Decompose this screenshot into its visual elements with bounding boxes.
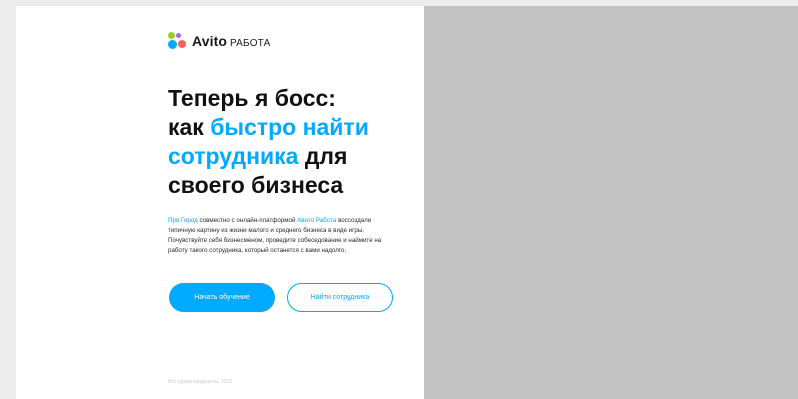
start-training-button[interactable]: Начать обучение <box>169 283 275 312</box>
illustration-placeholder <box>424 6 798 399</box>
title-line-3-accent: сотрудника <box>168 143 299 169</box>
description-text-1: совместно с онлайн-платформой <box>197 217 298 224</box>
page-title: Теперь я босс: как быстро найти сотрудни… <box>168 84 408 200</box>
title-line-4: своего бизнеса <box>168 172 344 198</box>
avito-rabota-logo[interactable]: Avito РАБОТА <box>168 32 271 50</box>
find-employee-button[interactable]: Найти сотрудника <box>287 283 393 312</box>
logo-subtitle: РАБОТА <box>229 38 271 49</box>
avito-rabota-link[interactable]: Авито Работа <box>297 217 336 224</box>
title-line-2-accent: быстро найти <box>210 114 369 140</box>
intro-panel <box>16 6 424 399</box>
title-line-2-prefix: как <box>168 114 211 140</box>
intro-description: Про Город совместно с онлайн-платформой … <box>168 216 396 256</box>
pro-gorod-link[interactable]: Про Город <box>168 217 198 224</box>
logo-text: Avito РАБОТА <box>192 33 271 49</box>
title-line-1: Теперь я босс: <box>168 85 336 111</box>
logo-brand: Avito <box>192 33 227 49</box>
page-frame: Avito РАБОТА Теперь я босс: как быстро н… <box>0 0 798 399</box>
avito-dots-icon <box>168 32 186 50</box>
footer-copyright: Все права защищены, 2022 <box>168 379 233 385</box>
title-line-3-suffix: для <box>298 143 348 169</box>
